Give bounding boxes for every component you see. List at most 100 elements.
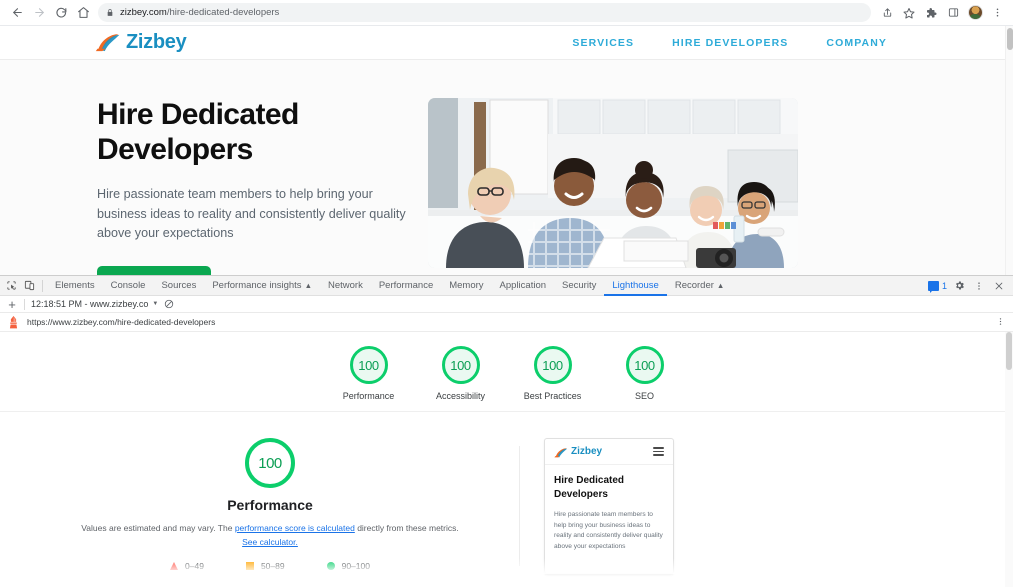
lighthouse-url-bar: https://www.zizbey.com/hire-dedicated-de… [0, 313, 1013, 332]
tab-label: Application [499, 279, 547, 291]
thumbnail-subtitle: Hire passionate team members to help bri… [554, 511, 663, 551]
report-scrollbar[interactable] [1005, 332, 1013, 587]
profile-avatar-icon[interactable] [965, 3, 985, 23]
page-scrollbar-thumb[interactable] [1007, 28, 1013, 50]
run-selector-label: 12:18:51 PM - www.zizbey.co [31, 299, 149, 309]
devtools-panel: Elements Console Sources Performance ins… [0, 275, 1013, 587]
lighthouse-report: 100 Performance 100 Accessibility 100 Be… [0, 332, 1013, 587]
performance-description: Values are estimated and may vary. The p… [74, 522, 466, 549]
lock-icon [106, 8, 114, 17]
lighthouse-toolbar: + 12:18:51 PM - www.zizbey.co ▼ [0, 296, 1013, 313]
tab-label: Performance insights [212, 279, 302, 291]
audited-url: https://www.zizbey.com/hire-dedicated-de… [27, 317, 216, 327]
tab-memory[interactable]: Memory [441, 276, 491, 296]
gauge-ring: 100 [349, 346, 388, 384]
site-logo[interactable]: Zizbey [95, 31, 187, 54]
section-divider [519, 446, 520, 566]
gauge-best-practices[interactable]: 100 Best Practices [519, 346, 587, 402]
performance-section: 100 Performance Values are estimated and… [0, 412, 1013, 574]
message-count: 1 [941, 280, 947, 291]
experimental-warning-icon: ▲ [716, 280, 725, 290]
nav-item-services[interactable]: SERVICES [572, 37, 634, 49]
toolbar-divider [42, 279, 43, 292]
url-path: /hire-dedicated-developers [166, 7, 280, 18]
performance-score: 100 [258, 454, 282, 472]
address-bar[interactable]: zizbey.com/hire-dedicated-developers [98, 3, 871, 22]
experimental-warning-icon: ▲ [304, 280, 312, 290]
nav-item-hire-developers[interactable]: HIRE DEVELOPERS [672, 37, 788, 49]
site-brand-name: Zizbey [126, 31, 187, 53]
kebab-menu-icon[interactable] [987, 3, 1007, 23]
thumbnail-site-header: Zizbey [545, 439, 673, 465]
gauge-performance[interactable]: 100 Performance [335, 346, 403, 402]
desc-text-pre: Values are estimated and may vary. The [81, 523, 235, 533]
toolbar-divider [24, 298, 25, 310]
tab-lighthouse[interactable]: Lighthouse [604, 276, 666, 296]
get-in-touch-button[interactable]: Get In Touch [97, 265, 211, 275]
puzzle-piece-icon[interactable] [921, 3, 941, 23]
zizbey-logo-icon [554, 446, 568, 458]
lighthouse-icon [8, 315, 19, 329]
share-icon[interactable] [877, 3, 897, 23]
hero-text-column: Hire Dedicated Developers Hire passionat… [0, 98, 420, 275]
address-bar-text: zizbey.com/hire-dedicated-developers [120, 7, 279, 18]
back-button[interactable] [6, 2, 28, 24]
see-calculator-link[interactable]: See calculator. [242, 537, 298, 547]
message-count-badge[interactable]: 1 [927, 280, 947, 293]
tab-performance-insights[interactable]: Performance insights ▲ [204, 276, 320, 296]
chevron-down-icon: ▼ [152, 301, 159, 307]
thumbnail-title: Hire Dedicated Developers [554, 475, 625, 500]
page-screenshot-thumbnail: Zizbey Hire Dedicated Developers Hire pa… [0, 438, 1013, 574]
clear-report-icon[interactable] [164, 299, 174, 309]
browser-actions [877, 3, 1007, 23]
gauge-label: Best Practices [523, 391, 582, 401]
tab-application[interactable]: Application [492, 276, 554, 296]
devtools-toolbar-actions: 1 [927, 278, 1013, 294]
hamburger-menu-icon [653, 447, 664, 456]
tab-label: Security [562, 279, 597, 291]
zizbey-logo-icon [95, 32, 121, 54]
gauge-accessibility[interactable]: 100 Accessibility [427, 346, 495, 402]
tab-network[interactable]: Network [320, 276, 371, 296]
inspect-element-icon[interactable] [2, 277, 20, 295]
kebab-menu-icon[interactable] [996, 313, 1005, 331]
tab-label: Memory [449, 279, 484, 291]
run-selector[interactable]: 12:18:51 PM - www.zizbey.co ▼ [31, 299, 158, 309]
nav-item-company[interactable]: COMPANY [826, 37, 887, 49]
forward-button[interactable] [28, 2, 50, 24]
site-header: Zizbey SERVICES HIRE DEVELOPERS COMPANY [0, 26, 1013, 60]
tab-performance[interactable]: Performance [371, 276, 441, 296]
gauge-seo[interactable]: 100 SEO [611, 346, 679, 402]
tab-recorder[interactable]: Recorder ▲ [667, 276, 733, 296]
page-scrollbar[interactable] [1005, 26, 1013, 275]
device-toolbar-icon[interactable] [20, 277, 38, 295]
kebab-menu-icon[interactable] [971, 278, 987, 294]
message-bubble-icon [927, 280, 939, 293]
performance-gauge: 100 [245, 438, 295, 488]
tab-security[interactable]: Security [554, 276, 604, 296]
gauge-label: Performance [342, 391, 395, 401]
report-scrollbar-thumb[interactable] [1006, 332, 1012, 370]
tab-label: Network [328, 279, 363, 291]
close-icon[interactable] [991, 278, 1007, 294]
tab-label: Sources [161, 279, 197, 291]
performance-summary: 100 Performance Values are estimated and… [0, 438, 540, 574]
tab-sources[interactable]: Sources [153, 276, 204, 296]
gauge-score: 100 [450, 357, 471, 373]
home-button[interactable] [72, 2, 94, 24]
tab-console[interactable]: Console [103, 276, 154, 296]
gauge-score: 100 [634, 357, 655, 373]
tab-elements[interactable]: Elements [47, 276, 103, 296]
gear-icon[interactable] [951, 278, 967, 294]
gauge-ring: 100 [441, 346, 480, 384]
gauge-score: 100 [358, 357, 379, 373]
score-gauges: 100 Performance 100 Accessibility 100 Be… [0, 332, 1013, 412]
reload-button[interactable] [50, 2, 72, 24]
performance-score-link[interactable]: performance score is calculated [235, 523, 355, 533]
side-panel-icon[interactable] [943, 3, 963, 23]
gauge-label: Accessibility [435, 391, 485, 401]
plus-icon[interactable]: + [6, 298, 18, 311]
star-icon[interactable] [899, 3, 919, 23]
page-viewport: Zizbey SERVICES HIRE DEVELOPERS COMPANY … [0, 26, 1013, 275]
tab-label: Performance [378, 279, 434, 291]
